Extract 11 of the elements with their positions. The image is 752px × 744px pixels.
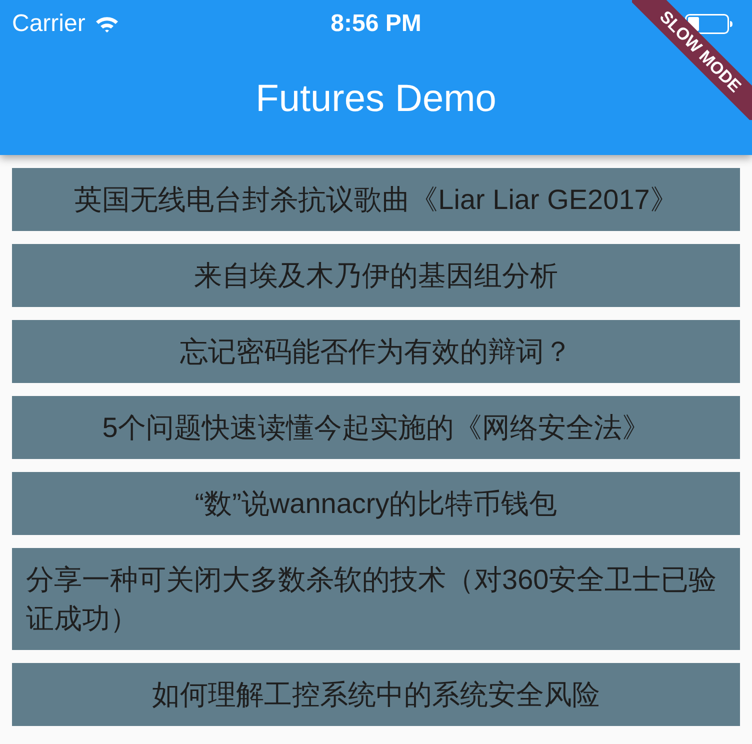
news-title: 分享一种可关闭大多数杀软的技术（对360安全卫士已验证成功） (26, 563, 718, 636)
news-title: 英国无线电台封杀抗议歌曲《Liar Liar GE2017》 (74, 183, 678, 217)
app-title: Futures Demo (256, 80, 496, 118)
clock-time: 8:56 PM (330, 12, 422, 36)
news-title: 5个问题快速读懂今起实施的《网络安全法》 (102, 411, 650, 445)
wifi-icon (95, 15, 120, 33)
news-title: “数”说wannacry的比特币钱包 (194, 487, 558, 521)
news-title: 来自埃及木乃伊的基因组分析 (194, 259, 558, 293)
carrier-label: Carrier (12, 12, 86, 36)
news-title: 如何理解工控系统中的系统安全风险 (152, 678, 600, 712)
news-title: 忘记密码能否作为有效的辩词？ (180, 335, 572, 369)
